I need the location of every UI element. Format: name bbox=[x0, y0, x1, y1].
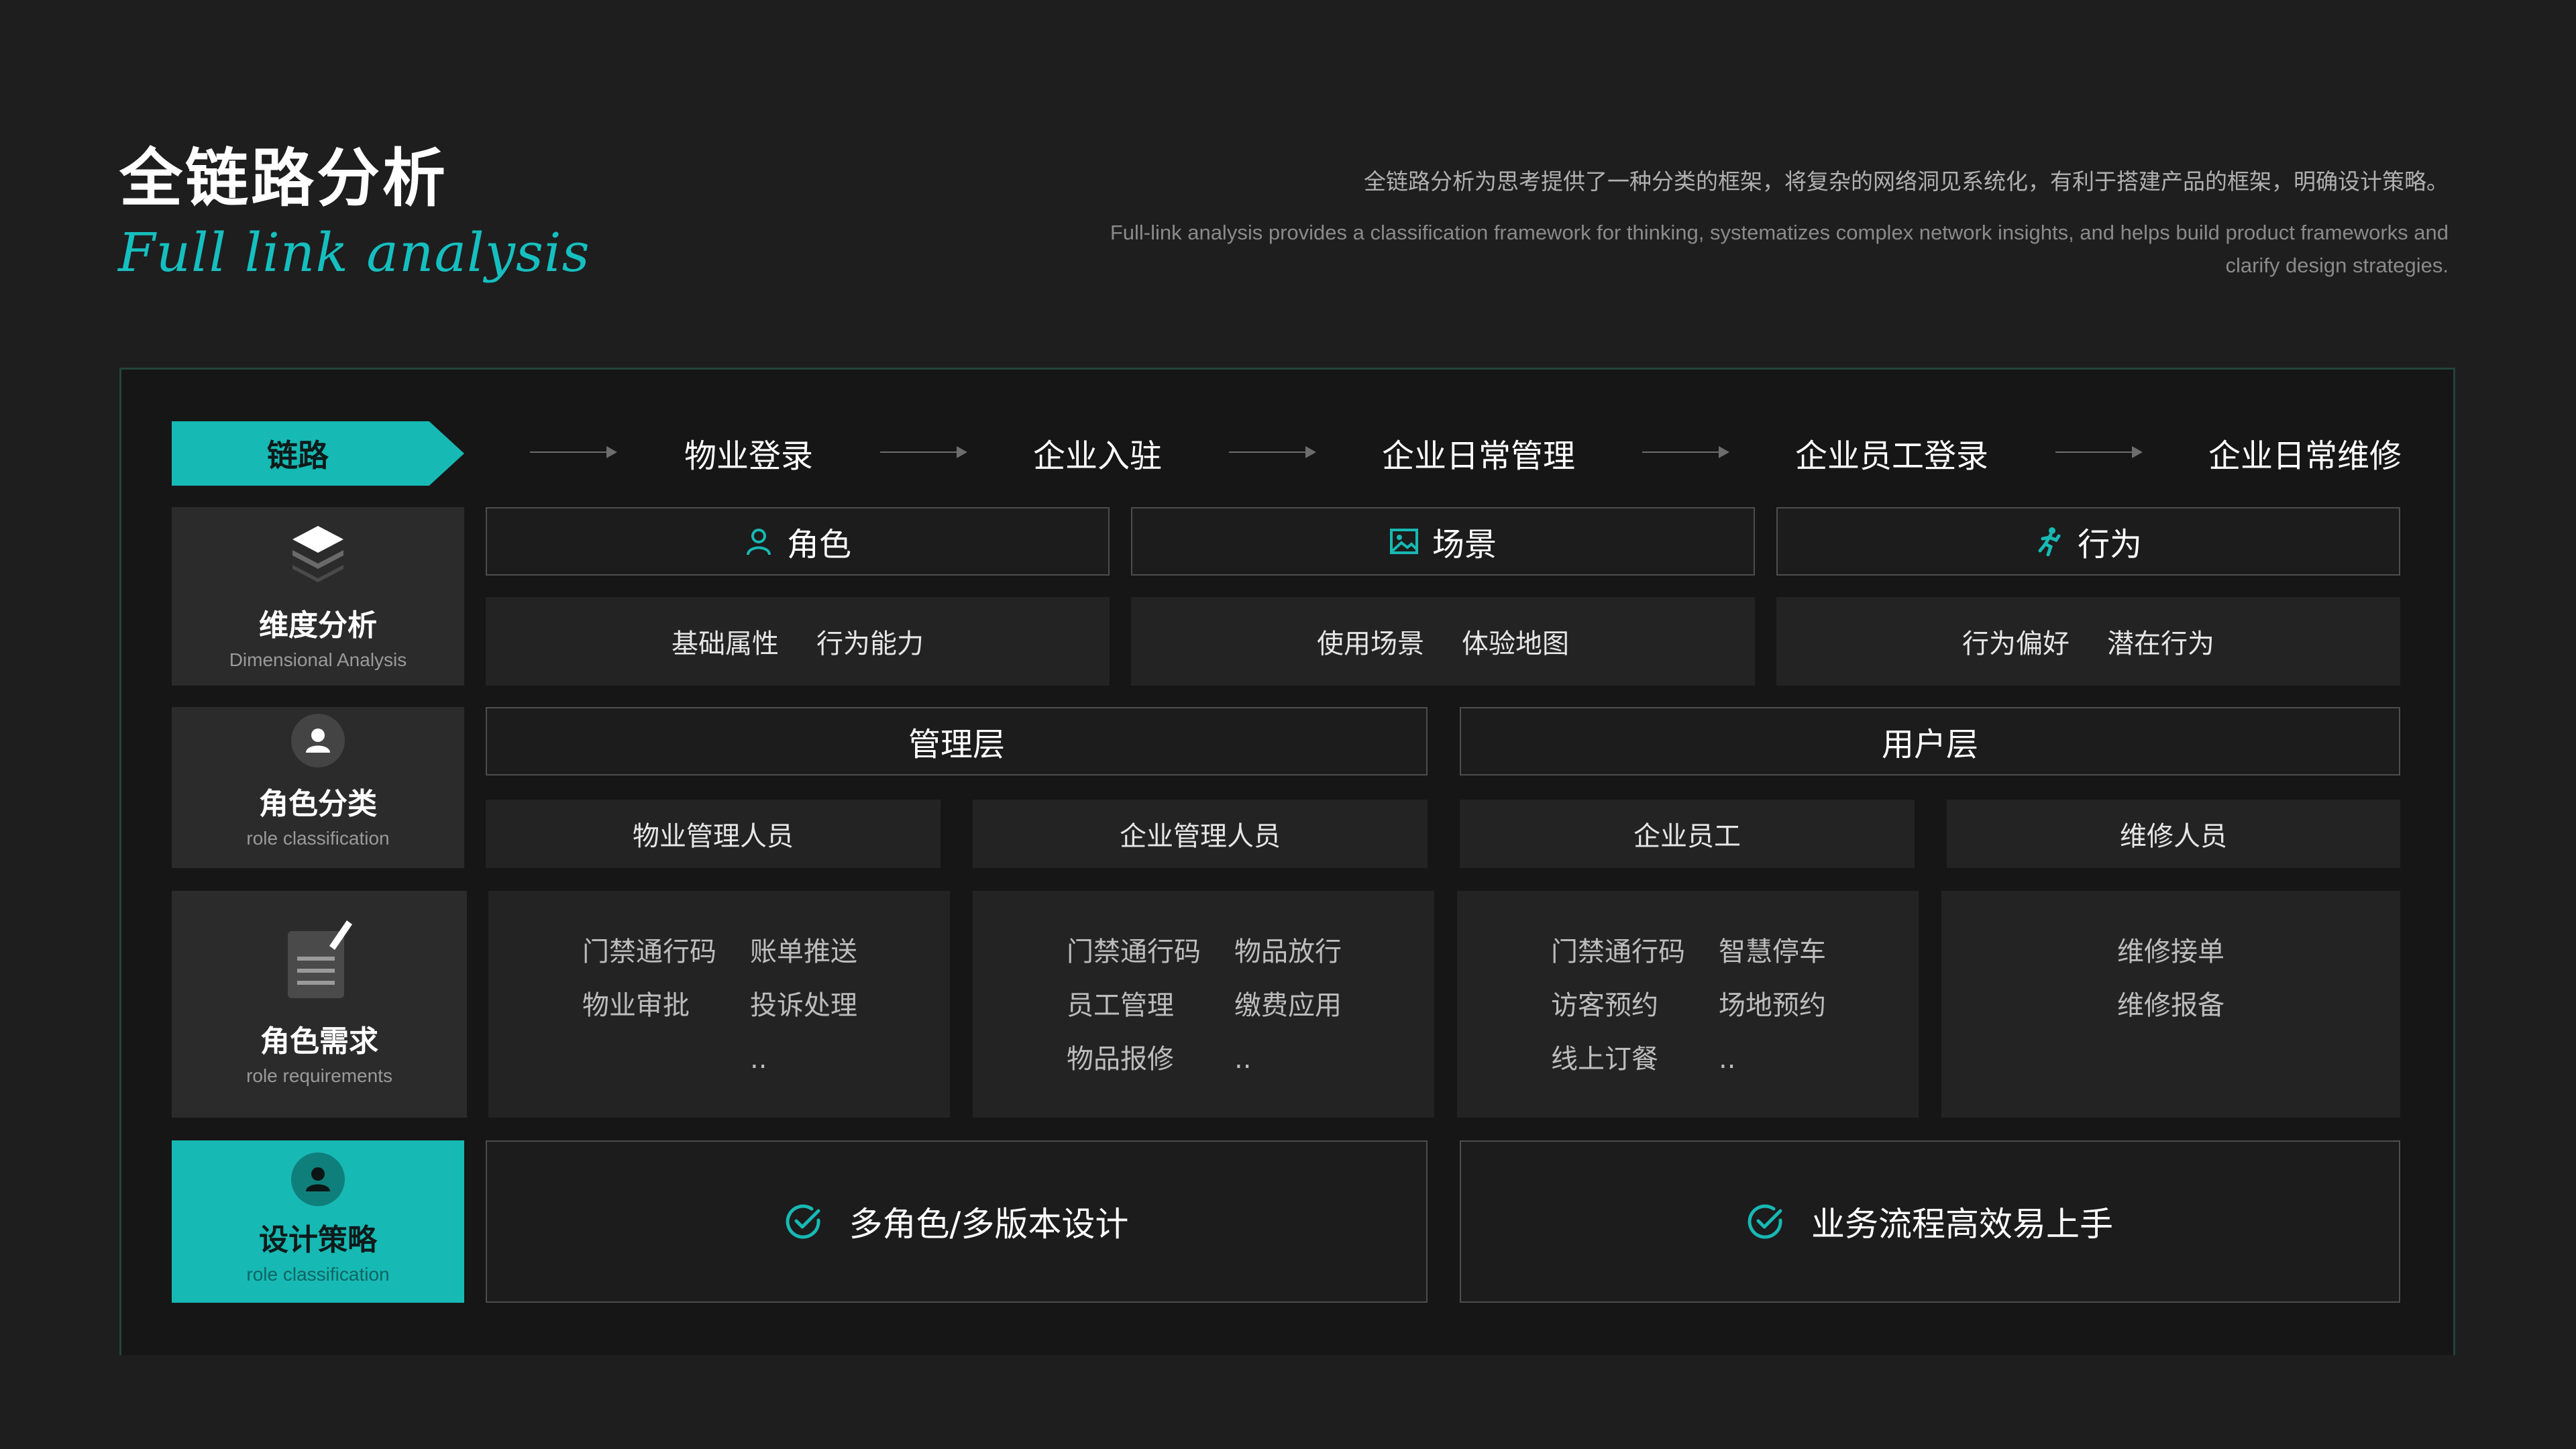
requirement-item: 智慧停车 bbox=[1719, 936, 1826, 967]
roles-label-en: role classification bbox=[246, 828, 390, 849]
requirement-item: 投诉处理 bbox=[750, 990, 857, 1021]
requirement-item: 缴费应用 bbox=[1234, 990, 1342, 1021]
dimension-item: 潜在行为 bbox=[2107, 629, 2214, 659]
dimension-items-role: 基础属性 行为能力 bbox=[486, 597, 1110, 686]
dimension-group-title: 行为 bbox=[2077, 526, 2142, 564]
description-en: Full-link analysis provides a classifica… bbox=[1110, 221, 2449, 277]
arrow-icon bbox=[530, 446, 617, 458]
role-item: 维修人员 bbox=[1947, 800, 2400, 868]
dimension-item: 使用场景 bbox=[1317, 629, 1424, 659]
requirement-item: 维修接单 bbox=[2117, 936, 2224, 967]
arrow-icon bbox=[1229, 446, 1316, 458]
dimension-group-title: 场景 bbox=[1432, 526, 1497, 564]
roles-label: 角色分类 bbox=[259, 787, 377, 821]
requirement-item: 门禁通行码 bbox=[582, 936, 716, 967]
dimension-item: 基础属性 bbox=[672, 629, 779, 659]
role-item: 物业管理人员 bbox=[486, 800, 941, 868]
roles-card: 角色分类 role classification bbox=[172, 707, 464, 868]
requirements-label: 角色需求 bbox=[260, 1024, 378, 1059]
arrow-icon bbox=[2055, 446, 2143, 458]
requirement-item: 物品放行 bbox=[1234, 936, 1342, 967]
layers-icon bbox=[292, 526, 343, 582]
layer-user: 用户层 bbox=[1460, 707, 2400, 775]
requirement-item: 门禁通行码 bbox=[1067, 936, 1201, 967]
strategy-item: 业务流程高效易上手 bbox=[1460, 1140, 2400, 1303]
dimension-card: 维度分析 Dimensional Analysis bbox=[172, 507, 464, 686]
requirement-item: 账单推送 bbox=[750, 936, 857, 967]
dimension-item: 体验地图 bbox=[1462, 629, 1569, 659]
requirements-column: 门禁通行码 物品放行 员工管理 缴费应用 物品报修 .. bbox=[973, 891, 1434, 1118]
strategy-item-label: 多角色/多版本设计 bbox=[849, 1205, 1129, 1244]
strategy-label-en: role classification bbox=[246, 1264, 390, 1285]
requirements-column: 维修接单 维修报备 bbox=[1941, 891, 2400, 1118]
requirement-item: 物业审批 bbox=[582, 990, 690, 1021]
description-cn: 全链路分析为思考提供了一种分类的框架，将复杂的网络洞见系统化，有利于搭建产品的框… bbox=[1364, 168, 2449, 195]
dimension-items-behavior: 行为偏好 潜在行为 bbox=[1776, 597, 2400, 686]
dimension-group-scene: 场景 bbox=[1131, 507, 1755, 576]
requirements-label-en: role requirements bbox=[246, 1065, 392, 1086]
requirement-item: .. bbox=[750, 1044, 767, 1075]
dimension-group-behavior: 行为 bbox=[1776, 507, 2400, 576]
user-outline-icon bbox=[746, 529, 771, 555]
requirements-column: 门禁通行码 智慧停车 访客预约 场地预约 线上订餐 .. bbox=[1457, 891, 1919, 1118]
requirement-item: 访客预约 bbox=[1551, 990, 1658, 1021]
person-circle-icon bbox=[291, 714, 345, 767]
requirement-item bbox=[582, 1045, 750, 1073]
role-item: 企业管理人员 bbox=[973, 800, 1428, 868]
requirement-item: 维修报备 bbox=[2117, 990, 2224, 1021]
image-icon bbox=[1389, 529, 1418, 554]
requirements-column: 门禁通行码 账单推送 物业审批 投诉处理 .. bbox=[488, 891, 950, 1118]
dimension-item: 行为能力 bbox=[816, 629, 924, 659]
requirement-item: 员工管理 bbox=[1067, 990, 1174, 1021]
chain-label: 链路 bbox=[172, 421, 464, 486]
dimension-group-title: 角色 bbox=[786, 526, 851, 564]
dimension-label: 维度分析 bbox=[259, 608, 377, 643]
chain-step: 物业登录 bbox=[684, 437, 814, 475]
person-circle-icon bbox=[291, 1152, 345, 1206]
strategy-item: 多角色/多版本设计 bbox=[486, 1140, 1428, 1303]
strategy-card: 设计策略 role classification bbox=[172, 1140, 464, 1303]
document-edit-icon bbox=[288, 920, 352, 998]
chain-label-text: 链路 bbox=[267, 437, 329, 474]
running-person-icon bbox=[2038, 527, 2061, 556]
arrow-icon bbox=[880, 446, 967, 458]
page-subtitle: Full link analysis bbox=[118, 221, 590, 284]
page-title: 全链路分析 bbox=[119, 142, 449, 215]
requirements-card: 角色需求 role requirements bbox=[172, 891, 467, 1118]
dimension-group-role: 角色 bbox=[486, 507, 1110, 576]
arrow-icon bbox=[1642, 446, 1729, 458]
dimension-item: 行为偏好 bbox=[1962, 629, 2070, 659]
layer-management: 管理层 bbox=[486, 707, 1428, 775]
requirement-item: 物品报修 bbox=[1067, 1044, 1174, 1075]
dimension-items-scene: 使用场景 体验地图 bbox=[1131, 597, 1755, 686]
requirement-item: .. bbox=[1234, 1044, 1252, 1075]
strategy-item-label: 业务流程高效易上手 bbox=[1811, 1205, 2113, 1244]
check-circle-icon bbox=[786, 1204, 820, 1239]
requirement-item: 线上订餐 bbox=[1551, 1044, 1658, 1075]
strategy-label: 设计策略 bbox=[259, 1223, 377, 1257]
role-item: 企业员工 bbox=[1460, 800, 1915, 868]
dimension-label-en: Dimensional Analysis bbox=[229, 649, 407, 670]
requirement-item: 门禁通行码 bbox=[1551, 936, 1685, 967]
requirement-item: .. bbox=[1719, 1044, 1736, 1075]
chain-step: 企业入驻 bbox=[1033, 437, 1163, 475]
check-circle-icon bbox=[1748, 1204, 1782, 1239]
chain-step: 企业日常管理 bbox=[1382, 437, 1576, 475]
requirement-item: 场地预约 bbox=[1719, 990, 1826, 1021]
chain-step: 企业日常维修 bbox=[2208, 437, 2402, 475]
chain-step: 企业员工登录 bbox=[1795, 437, 1989, 475]
